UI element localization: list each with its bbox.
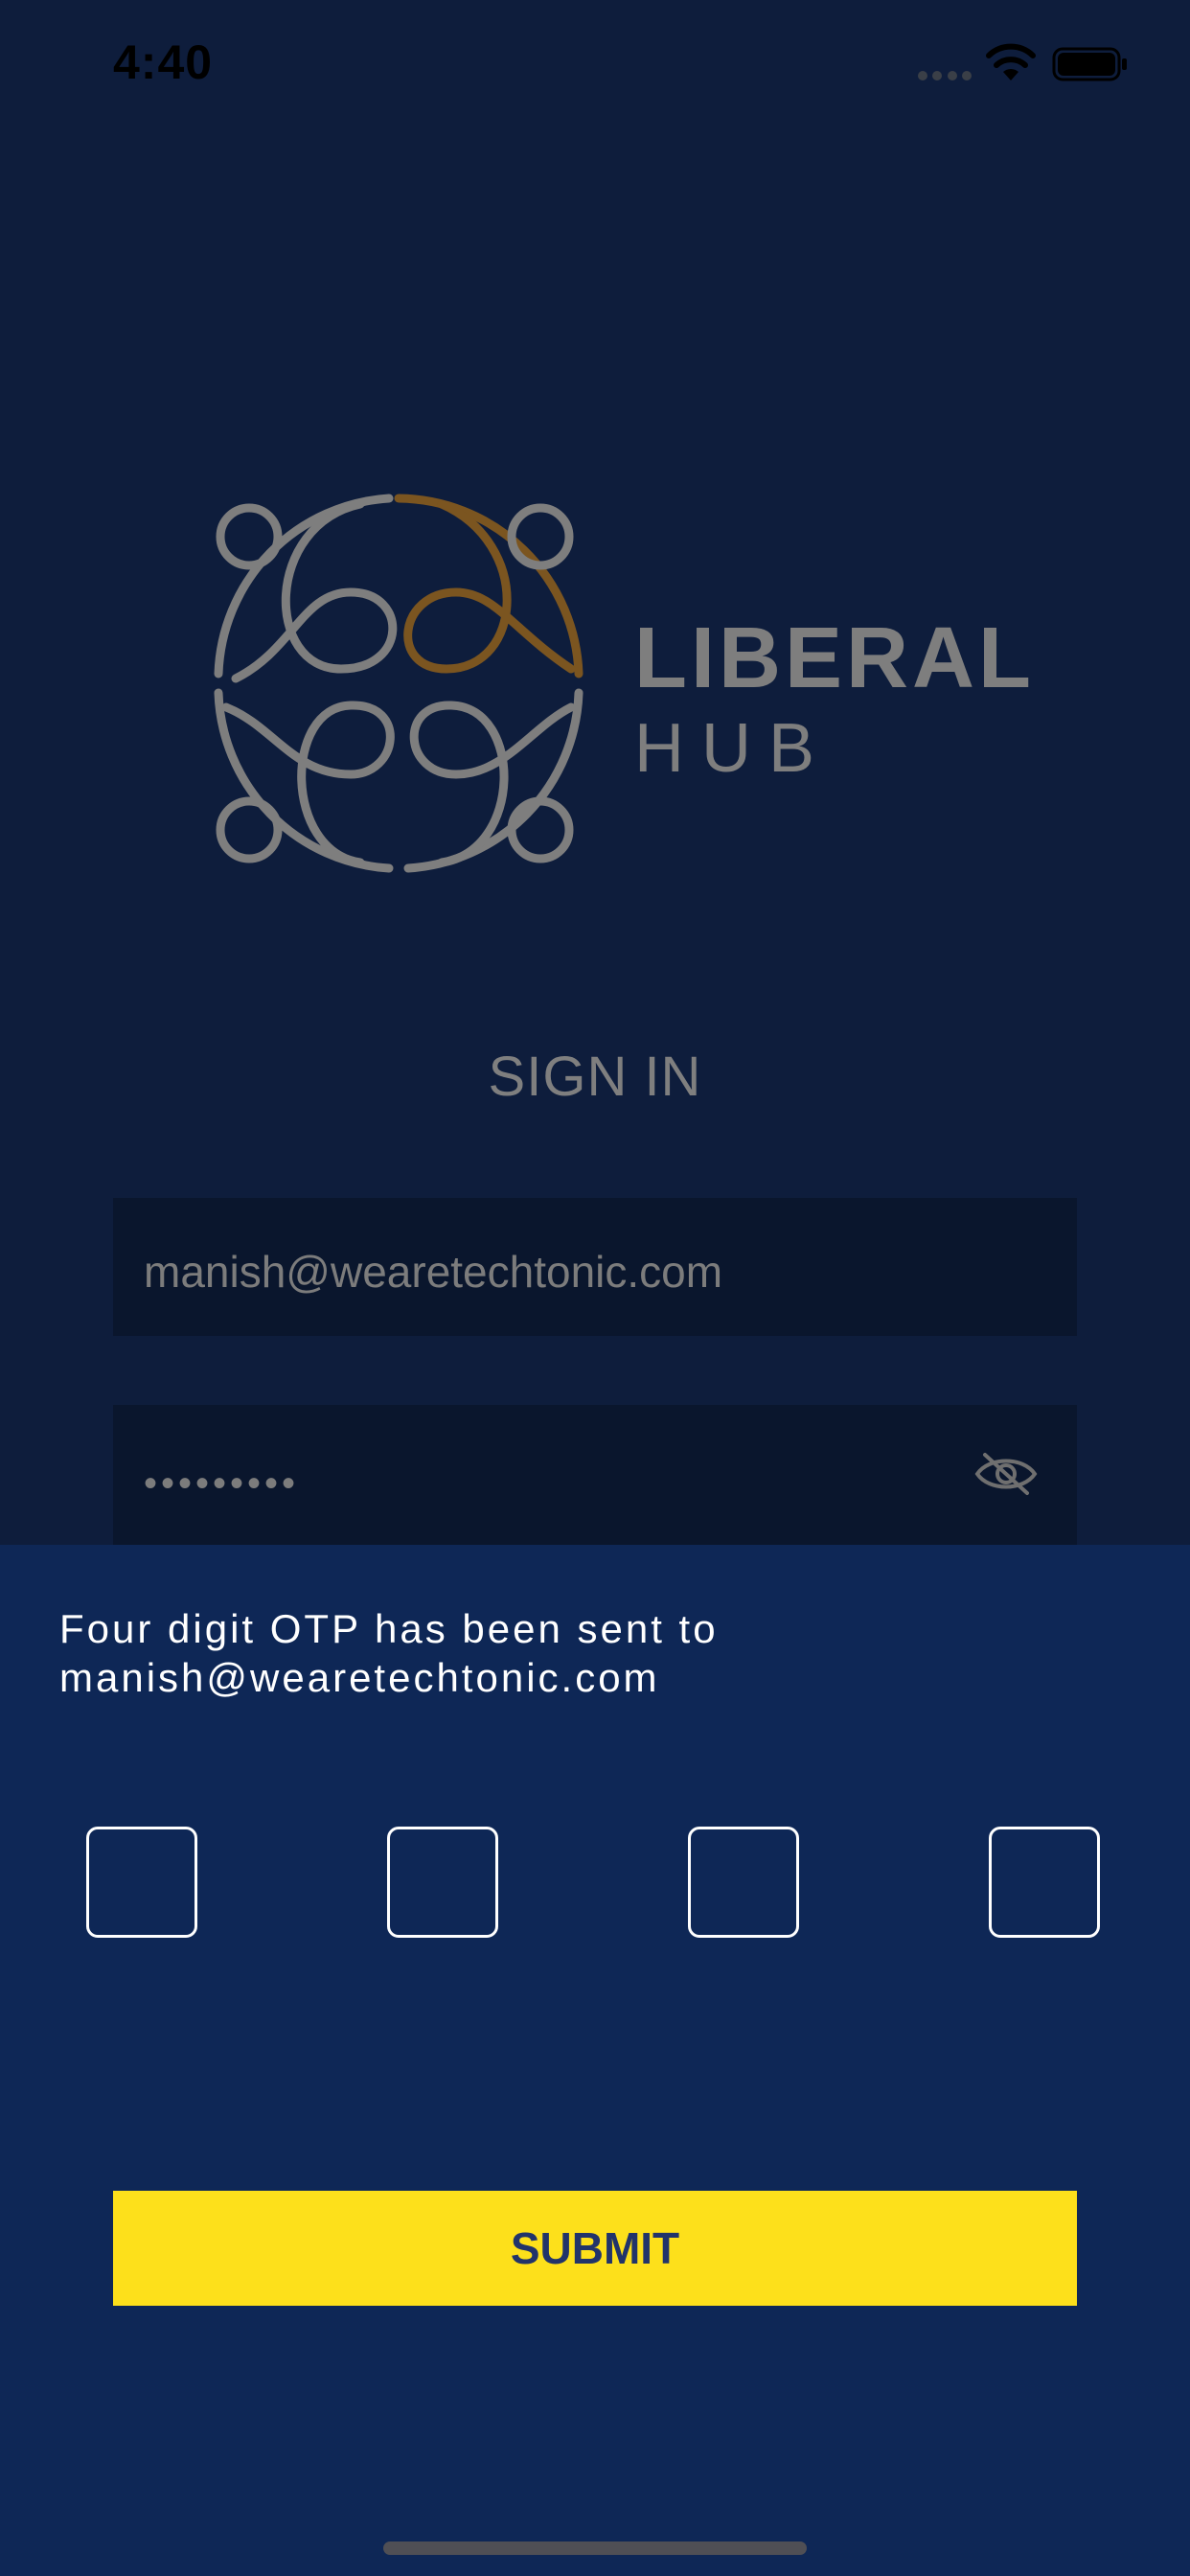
home-indicator[interactable]: [383, 2542, 807, 2555]
otp-message-line1: Four digit OTP has been sent to: [59, 1606, 719, 1651]
eye-slash-icon[interactable]: [973, 1451, 1039, 1497]
page-title: SIGN IN: [488, 1046, 702, 1108]
status-bar: 4:40: [0, 0, 1190, 134]
screen: LIBERAL HUB SIGN IN manish@wearetechtoni…: [0, 0, 1190, 2576]
sign-in-page: LIBERAL HUB SIGN IN manish@wearetechtoni…: [0, 0, 1190, 1545]
status-time: 4:40: [113, 35, 214, 89]
otp-message-email: manish@wearetechtonic.com: [59, 1655, 660, 1700]
submit-button[interactable]: SUBMIT: [113, 2191, 1077, 2306]
otp-message: Four digit OTP has been sent to manish@w…: [59, 1604, 1133, 1702]
otp-digit-2[interactable]: [387, 1827, 498, 1938]
otp-digit-1[interactable]: [86, 1827, 197, 1938]
cellular-dots-icon: [918, 71, 972, 80]
password-value: •••••••••: [144, 1462, 300, 1505]
wifi-icon: [986, 43, 1036, 80]
email-value: manish@wearetechtonic.com: [144, 1247, 723, 1297]
battery-icon: [1052, 47, 1127, 81]
password-field[interactable]: •••••••••: [113, 1405, 1077, 1545]
brand-name: LIBERAL: [634, 610, 1035, 706]
otp-digit-3[interactable]: [688, 1827, 799, 1938]
otp-bottom-sheet: Four digit OTP has been sent to manish@w…: [0, 1545, 1190, 2576]
email-field[interactable]: manish@wearetechtonic.com: [113, 1198, 1077, 1336]
otp-digit-4[interactable]: [989, 1827, 1100, 1938]
brand-subtitle: HUB: [634, 710, 833, 787]
